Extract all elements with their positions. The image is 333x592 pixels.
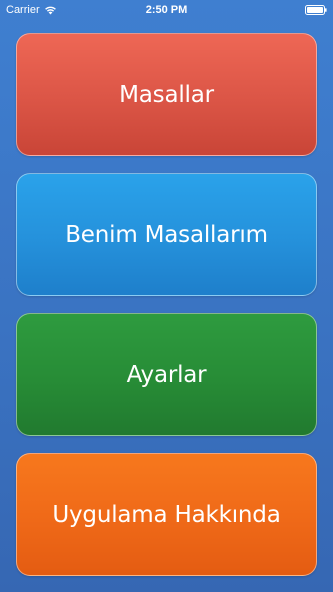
my-tales-button-label: Benim Masallarım — [65, 221, 268, 248]
status-bar: Carrier 2:50 PM — [0, 0, 333, 20]
app-screen: Carrier 2:50 PM Masallar Benim Masalları… — [0, 0, 333, 592]
my-tales-button[interactable]: Benim Masallarım — [16, 173, 317, 296]
status-time: 2:50 PM — [145, 4, 188, 16]
about-button-label: Uygulama Hakkında — [52, 501, 281, 528]
settings-button-label: Ayarlar — [126, 361, 207, 388]
battery-icon — [305, 5, 327, 15]
settings-button[interactable]: Ayarlar — [16, 313, 317, 436]
tales-button-label: Masallar — [119, 81, 214, 108]
about-button[interactable]: Uygulama Hakkında — [16, 453, 317, 576]
tales-button[interactable]: Masallar — [16, 33, 317, 156]
